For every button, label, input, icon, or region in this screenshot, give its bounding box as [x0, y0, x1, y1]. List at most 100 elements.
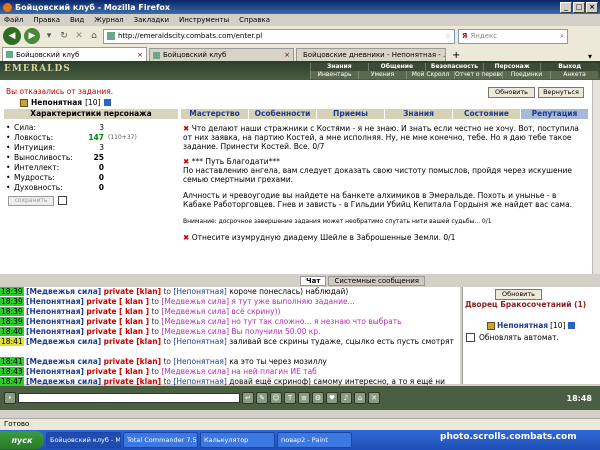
- tab-system-messages[interactable]: Системные сообщения: [328, 276, 425, 286]
- tab-close-icon[interactable]: ×: [284, 51, 290, 59]
- chat-input[interactable]: [18, 393, 240, 403]
- filter-icon[interactable]: ≡: [298, 392, 310, 404]
- tab-reputation[interactable]: Репутация: [520, 109, 588, 119]
- menu-bookmarks[interactable]: Закладки: [134, 16, 169, 24]
- tab-techniques[interactable]: Приемы: [316, 109, 384, 119]
- new-tab-button[interactable]: +: [448, 50, 464, 61]
- chat-sender[interactable]: [Непонятная]: [26, 367, 84, 376]
- clear-icon[interactable]: ✎: [256, 392, 268, 404]
- maximize-button[interactable]: □: [573, 1, 585, 13]
- sound-icon[interactable]: ♪: [340, 392, 352, 404]
- nav-security[interactable]: Безопасность: [425, 63, 483, 71]
- search-box[interactable]: Я Яндекс ⌕: [458, 28, 568, 44]
- chat-sender[interactable]: [Медвежья сила]: [26, 357, 101, 366]
- chat-timestamp[interactable]: 18:39: [0, 287, 24, 296]
- stop-icon[interactable]: ✕: [73, 29, 85, 43]
- chat-sender[interactable]: [Медвежья сила]: [26, 337, 101, 346]
- update-button[interactable]: Обновить: [488, 87, 535, 98]
- tab-features[interactable]: Особенности: [248, 109, 316, 119]
- chat-timestamp[interactable]: 18:39: [0, 307, 24, 316]
- taskbar-item[interactable]: поваp2 - Paint: [277, 432, 352, 448]
- chat-target[interactable]: [Непонятная]: [173, 357, 226, 366]
- home-icon[interactable]: ⌂: [88, 29, 100, 43]
- send-icon[interactable]: ↵: [242, 392, 254, 404]
- forward-icon[interactable]: ▶: [24, 28, 40, 44]
- chat-timestamp[interactable]: 18:39: [0, 297, 24, 306]
- menu-tools[interactable]: Инструменты: [179, 16, 229, 24]
- nav-character[interactable]: Персонаж: [482, 63, 541, 71]
- tab-2[interactable]: Бойцовский клуб ×: [149, 48, 294, 61]
- chat-timestamp[interactable]: 18:40: [0, 327, 24, 336]
- chat-sender[interactable]: [Непонятная]: [26, 327, 84, 336]
- url-bar[interactable]: http://emeraldscity.combats.com/enter.pl…: [103, 28, 455, 44]
- bookmark-star-icon[interactable]: ☆: [445, 32, 454, 40]
- chat-target[interactable]: [Непонятная]: [173, 377, 226, 386]
- chat-target[interactable]: [Медвежья сила]: [161, 297, 229, 306]
- menu-help[interactable]: Справка: [239, 16, 270, 24]
- tab-mastery[interactable]: Мастерство: [180, 109, 248, 119]
- chat-target[interactable]: [Непонятная]: [173, 287, 226, 296]
- info-icon[interactable]: [103, 99, 111, 106]
- tab-1[interactable]: Бойцовский клуб ×: [2, 47, 147, 61]
- nav-knowledge[interactable]: Знания: [310, 63, 368, 71]
- chat-sender[interactable]: [Непонятная]: [26, 317, 84, 326]
- exit-icon[interactable]: ✕: [368, 392, 380, 404]
- nav-social[interactable]: Общение: [367, 63, 426, 71]
- cancel-quest-icon[interactable]: ✖: [183, 157, 189, 166]
- menu-edit[interactable]: Правка: [33, 16, 60, 24]
- chat-sender[interactable]: [Непонятная]: [26, 297, 84, 306]
- menu-view[interactable]: Вид: [70, 16, 84, 24]
- auto-update-checkbox[interactable]: [466, 333, 475, 342]
- chat-target[interactable]: [Медвежья сила]: [161, 327, 229, 336]
- taskbar-item[interactable]: Бойцовский клуб - M...: [46, 432, 121, 448]
- tab-list-icon[interactable]: ▾: [588, 52, 600, 61]
- return-button[interactable]: Вернуться: [538, 87, 584, 98]
- search-icon[interactable]: ⌕: [560, 32, 567, 41]
- chat-target[interactable]: [Медвежья сила]: [161, 317, 229, 326]
- menu-file[interactable]: Файл: [4, 16, 23, 24]
- tab-chat[interactable]: Чат: [300, 276, 327, 286]
- nav-exit[interactable]: Выход: [540, 63, 598, 71]
- chat-sender[interactable]: [Медвежья сила]: [26, 377, 101, 386]
- cancel-quest-icon[interactable]: ✖: [183, 124, 189, 133]
- friends-icon[interactable]: ♥: [326, 392, 338, 404]
- taskbar-item[interactable]: Калькулятор: [200, 432, 275, 448]
- chat-target[interactable]: [Медвежья сила]: [161, 307, 229, 316]
- chat-target[interactable]: [Медвежья сила]: [161, 367, 229, 376]
- menu-history[interactable]: Журнал: [94, 16, 123, 24]
- chat-timestamp[interactable]: 18:43: [0, 367, 24, 376]
- chat-sender[interactable]: [Непонятная]: [26, 307, 84, 316]
- chat-timestamp[interactable]: 18:39: [0, 317, 24, 326]
- reload-icon[interactable]: ↻: [58, 29, 70, 43]
- info-icon[interactable]: [567, 322, 575, 329]
- chat-sender[interactable]: [Медвежья сила]: [26, 287, 101, 296]
- room-user[interactable]: Непонятная [10]: [487, 321, 575, 330]
- taskbar-item[interactable]: Total Commander 7.55 - ...: [123, 432, 198, 448]
- settings-icon[interactable]: ⚙: [312, 392, 324, 404]
- close-button[interactable]: ×: [586, 1, 598, 13]
- map-icon[interactable]: ⌂: [354, 392, 366, 404]
- subnav-skills[interactable]: Умения: [358, 71, 406, 79]
- tab-close-icon[interactable]: ×: [137, 51, 143, 59]
- start-button[interactable]: пуск: [0, 431, 44, 449]
- tab-knowledge[interactable]: Знания: [384, 109, 452, 119]
- chat-timestamp[interactable]: 18:47: [0, 377, 24, 386]
- smiles-icon[interactable]: ☺: [270, 392, 282, 404]
- subnav-transfers[interactable]: Отчет о переводах: [454, 71, 502, 79]
- subnav-inventory[interactable]: Инвентарь: [310, 71, 358, 79]
- tab-state[interactable]: Состояние: [452, 109, 520, 119]
- chat-timestamp[interactable]: 18:41: [0, 357, 24, 366]
- tab-3[interactable]: Бойцовские дневники - Непонятная - ... ×: [296, 48, 446, 61]
- cancel-quest-icon[interactable]: ✖: [183, 233, 189, 242]
- translit-icon[interactable]: T: [284, 392, 296, 404]
- room-update-button[interactable]: Обновить: [495, 289, 542, 300]
- subnav-battles[interactable]: Поединки: [502, 71, 550, 79]
- subnav-profile[interactable]: Анкета: [550, 71, 598, 79]
- save-button[interactable]: сохранить: [8, 196, 54, 206]
- save-checkbox[interactable]: [58, 196, 67, 205]
- dropdown-icon[interactable]: ▾: [43, 29, 55, 43]
- chat-target[interactable]: [Непонятная]: [173, 337, 226, 346]
- subnav-scroll[interactable]: Мой Скролл: [406, 71, 454, 79]
- main-scrollbar[interactable]: [592, 80, 600, 274]
- character-name[interactable]: Непонятная [10]: [20, 98, 111, 107]
